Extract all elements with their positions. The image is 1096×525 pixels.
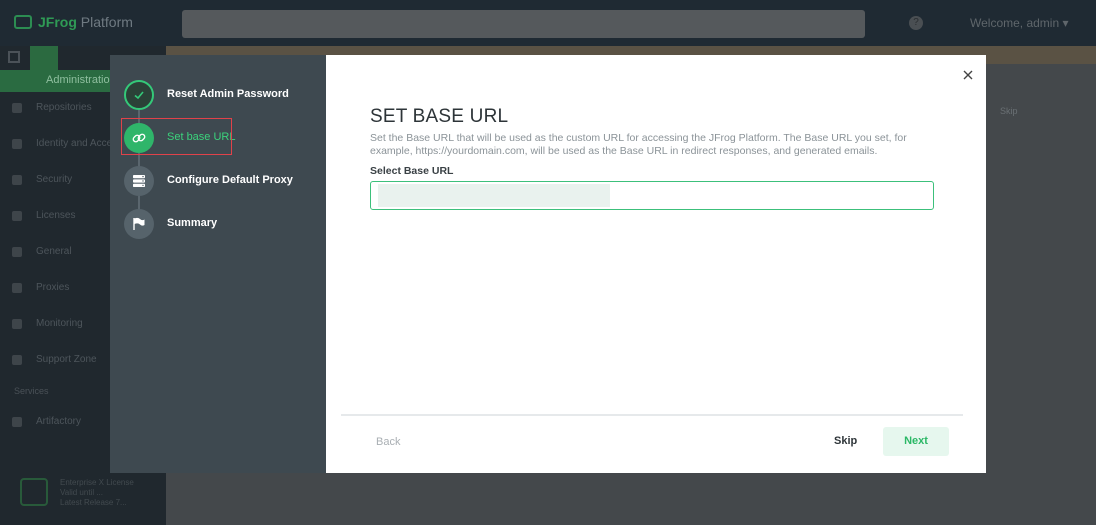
monitoring-icon	[12, 319, 22, 329]
frog-logo-icon	[14, 15, 32, 29]
step-label: Summary	[167, 217, 218, 229]
close-icon[interactable]	[961, 68, 975, 82]
list-icon	[12, 247, 22, 257]
nav-item-label: Security	[36, 174, 73, 185]
proxy-icon	[12, 283, 22, 293]
jfrog-footer-logo-icon	[20, 478, 48, 506]
logo-product: Platform	[80, 14, 133, 30]
license-line: Latest Release 7...	[60, 498, 127, 507]
artifactory-icon	[12, 417, 22, 427]
grid-icon[interactable]	[8, 51, 20, 63]
nav-item-label: Artifactory	[36, 416, 82, 427]
base-url-label: Select Base URL	[370, 165, 454, 177]
next-button[interactable]: Next	[883, 427, 949, 456]
flag-icon	[124, 209, 154, 239]
user-menu[interactable]: Welcome, admin ▾	[970, 16, 1069, 30]
nav-item-label: Monitoring	[36, 318, 83, 329]
welcome-text: Welcome, admin	[970, 16, 1060, 30]
step-connector	[138, 153, 140, 167]
server-icon	[124, 166, 154, 196]
admin-tab-gear-icon[interactable]	[30, 46, 58, 70]
license-line: Enterprise X License	[60, 478, 134, 487]
background-skip-link: Skip	[1000, 106, 1018, 116]
base-url-field-wrapper	[370, 181, 934, 210]
user-icon	[12, 139, 22, 149]
step-label: Configure Default Proxy	[167, 174, 293, 186]
help-icon[interactable]: ?	[909, 16, 923, 30]
repositories-icon	[12, 103, 22, 113]
nav-item-label: General	[36, 246, 72, 257]
license-info: Enterprise X License Valid until ... Lat…	[20, 478, 134, 508]
nav-item-label: Proxies	[36, 282, 70, 293]
nav-item-label: Licenses	[36, 210, 76, 221]
shield-icon	[12, 175, 22, 185]
step-connector	[138, 196, 140, 210]
step-label: Reset Admin Password	[167, 88, 289, 100]
skip-button[interactable]: Skip	[834, 435, 857, 447]
active-step-highlight	[121, 118, 232, 155]
support-icon	[12, 355, 22, 365]
footer-divider	[341, 414, 963, 416]
global-search-input[interactable]	[182, 10, 865, 38]
license-line: Valid until ...	[60, 488, 103, 497]
top-bar: JFrog Platform ? Welcome, admin ▾	[0, 0, 1096, 46]
nav-item-label: Repositories	[36, 102, 92, 113]
jfrog-logo[interactable]: JFrog Platform	[14, 14, 133, 30]
page-description: Set the Base URL that will be used as th…	[370, 132, 907, 157]
check-icon	[124, 80, 154, 110]
services-label: Services	[14, 386, 49, 396]
base-url-input[interactable]	[371, 182, 933, 209]
page-title: SET BASE URL	[370, 106, 509, 127]
back-button[interactable]: Back	[376, 436, 400, 448]
logo-brand: JFrog	[38, 14, 77, 30]
nav-item-label: Support Zone	[36, 354, 97, 365]
license-icon	[12, 211, 22, 221]
